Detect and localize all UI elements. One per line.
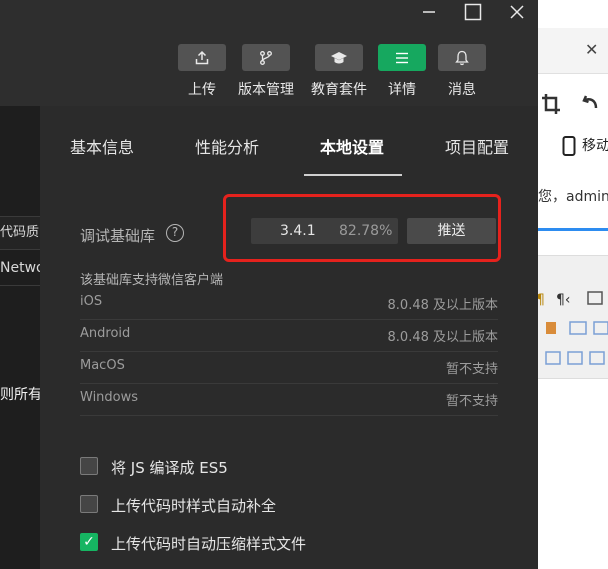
tab-basic-info[interactable]: 基本信息 xyxy=(70,134,134,158)
support-status: 暂不支持 xyxy=(445,362,498,377)
editor-icons-row xyxy=(538,86,608,126)
toolbar-upload-label: 上传 xyxy=(188,82,216,98)
maximize-icon[interactable] xyxy=(455,0,491,24)
tab-performance[interactable]: 性能分析 xyxy=(195,134,259,158)
option-label: 上传代码时样式自动补全 xyxy=(111,497,277,515)
minimize-icon[interactable] xyxy=(411,0,447,24)
toolbar-details[interactable]: 详情 xyxy=(372,44,432,99)
option-compile-es5[interactable]: 将 JS 编译成 ES5 xyxy=(80,457,500,477)
editor-format-toolbar: ¶ ¶‹ xyxy=(538,255,608,379)
greeting-text: 您，admin xyxy=(538,189,608,205)
active-tab-indicator xyxy=(304,174,402,176)
left-strip-text: 则所有 xyxy=(0,387,40,403)
red-highlight-box xyxy=(223,194,501,262)
left-strip-item-code-quality[interactable]: 代码质 xyxy=(0,216,40,250)
option-minify-styles[interactable]: ✓ 上传代码时自动压缩样式文件 xyxy=(80,533,500,553)
support-os: MacOS xyxy=(80,358,125,373)
toolbar-upload[interactable]: 上传 xyxy=(172,44,232,99)
graduation-cap-icon[interactable] xyxy=(315,44,363,71)
mobile-icon xyxy=(562,136,576,156)
option-label: 上传代码时自动压缩样式文件 xyxy=(111,535,307,553)
toolbar-education-label: 教育套件 xyxy=(311,82,367,98)
left-editor-strip: 代码质 Netwo 则所有 xyxy=(0,106,40,569)
question-circle-icon[interactable]: ? xyxy=(166,224,184,242)
close-icon[interactable] xyxy=(499,0,535,24)
debug-lib-label: 调试基础库 xyxy=(80,227,156,245)
option-autoprefix-styles[interactable]: 上传代码时样式自动补全 xyxy=(80,495,500,515)
mobile-label[interactable]: 移动 xyxy=(582,135,608,155)
tab-local-settings[interactable]: 本地设置 xyxy=(320,134,384,158)
toolbar-version[interactable]: 版本管理 xyxy=(230,44,302,99)
toolbar-messages-label: 消息 xyxy=(448,82,476,98)
support-row-ios: iOS 8.0.48 及以上版本 xyxy=(80,288,498,320)
background-browser-window: ✕ 移动 您，admin ¶ ¶‹ xyxy=(538,0,608,569)
menu-lines-icon[interactable] xyxy=(378,44,426,71)
details-panel: 基本信息 性能分析 本地设置 项目配置 调试基础库 ? 3.4.1 82.78%… xyxy=(40,106,538,569)
checkbox-checked[interactable]: ✓ xyxy=(80,533,98,551)
support-row-android: Android 8.0.48 及以上版本 xyxy=(80,320,498,352)
svg-text:¶: ¶ xyxy=(538,292,545,308)
blue-divider xyxy=(538,228,608,231)
details-tabs: 基本信息 性能分析 本地设置 项目配置 xyxy=(40,106,538,176)
toolbar-messages[interactable]: 消息 xyxy=(432,44,492,99)
support-status: 8.0.48 及以上版本 xyxy=(387,330,498,345)
support-row-macos: MacOS 暂不支持 xyxy=(80,352,498,384)
toolbar-version-label: 版本管理 xyxy=(238,82,294,98)
bell-icon[interactable] xyxy=(438,44,486,71)
toolbar-details-label: 详情 xyxy=(388,82,416,98)
browser-top xyxy=(538,0,608,28)
crop-undo-icons xyxy=(542,94,598,114)
support-os: iOS xyxy=(80,294,103,309)
branch-icon[interactable] xyxy=(242,44,290,71)
svg-text:¶‹: ¶‹ xyxy=(556,292,571,308)
checkbox[interactable] xyxy=(80,495,98,513)
toolbar-education[interactable]: 教育套件 xyxy=(303,44,375,99)
tab-project-config[interactable]: 项目配置 xyxy=(445,134,509,158)
option-label: 将 JS 编译成 ES5 xyxy=(111,459,228,477)
devtools-window: 上传 版本管理 教育套件 详情 消息 代码质 Netw 则所有 基本信息 性能分… xyxy=(0,0,538,569)
left-strip-item-network[interactable]: Netwo xyxy=(0,252,40,286)
title-bar: 上传 版本管理 教育套件 详情 消息 xyxy=(0,0,538,106)
format-icons: ¶ ¶‹ xyxy=(538,291,608,365)
support-os: Windows xyxy=(80,390,139,405)
support-title: 该基础库支持微信客户端 xyxy=(80,273,224,288)
support-status: 8.0.48 及以上版本 xyxy=(387,298,498,313)
checkbox[interactable] xyxy=(80,457,98,475)
upload-icon[interactable] xyxy=(178,44,226,71)
support-row-windows: Windows 暂不支持 xyxy=(80,384,498,416)
support-status: 暂不支持 xyxy=(445,394,498,409)
support-os: Android xyxy=(80,326,131,341)
browser-close-icon[interactable]: ✕ xyxy=(585,40,598,59)
